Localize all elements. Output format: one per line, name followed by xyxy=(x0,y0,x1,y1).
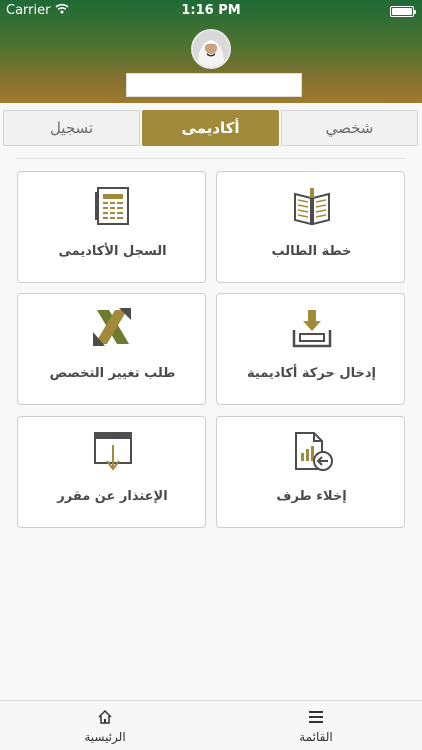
menu-tab[interactable]: القائمة xyxy=(266,709,366,744)
withdraw-box-icon xyxy=(91,429,135,477)
home-icon xyxy=(97,709,113,727)
card-label: طلب تغيير التخصص xyxy=(49,366,176,381)
card-student-plan[interactable]: خطة الطالب xyxy=(216,171,405,283)
tab-register[interactable]: تسجيل xyxy=(3,110,140,146)
menu-icon xyxy=(308,709,324,727)
battery-icon xyxy=(390,6,416,17)
card-label: خطة الطالب xyxy=(271,244,352,259)
document-back-icon xyxy=(290,429,334,477)
academic-record-icon xyxy=(91,184,135,232)
card-academic-record[interactable]: السجل الأكاديمى xyxy=(17,171,206,283)
inbox-tray-icon xyxy=(290,306,334,354)
card-change-major[interactable]: طلب تغيير التخصص xyxy=(17,293,206,405)
clock: 1:16 PM xyxy=(181,3,241,18)
open-book-icon xyxy=(290,184,334,232)
card-academic-movement[interactable]: إدخال حركة أكاديمية xyxy=(216,293,405,405)
status-bar: Carrier 1:16 PM xyxy=(0,0,422,22)
card-course-withdrawal[interactable]: الإعتذار عن مقرر xyxy=(17,416,206,528)
tab-bar: تسجيل أكاديمى شخصي xyxy=(3,110,419,146)
home-tab-label: الرئيسية xyxy=(84,730,126,744)
divider xyxy=(16,158,406,159)
home-tab[interactable]: الرئيسية xyxy=(55,709,155,744)
card-label: الإعتذار عن مقرر xyxy=(57,489,168,504)
card-clearance[interactable]: إخلاء طرف xyxy=(216,416,405,528)
tab-personal[interactable]: شخصي xyxy=(281,110,418,146)
bottom-tab-bar: الرئيسية القائمة xyxy=(0,700,422,750)
card-label: إدخال حركة أكاديمية xyxy=(247,366,376,381)
menu-tab-label: القائمة xyxy=(299,730,333,744)
user-name-field xyxy=(126,73,302,97)
tab-academic[interactable]: أكاديمى xyxy=(142,110,279,146)
avatar[interactable] xyxy=(191,29,231,69)
profile-header: Carrier 1:16 PM xyxy=(0,0,422,103)
card-label: إخلاء طرف xyxy=(276,489,347,504)
card-label: السجل الأكاديمى xyxy=(58,244,167,259)
swap-arrows-icon xyxy=(91,306,135,354)
